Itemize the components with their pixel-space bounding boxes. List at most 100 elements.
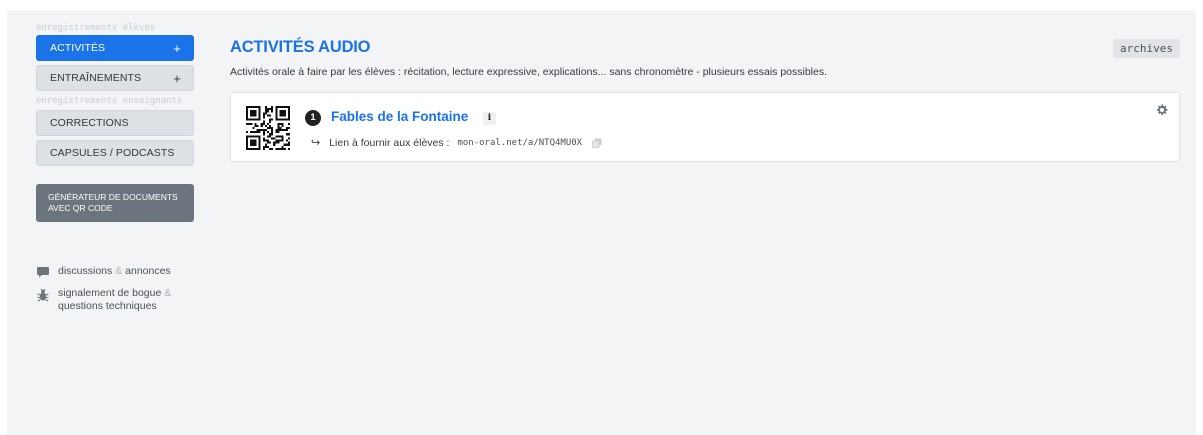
- qr-module: [256, 106, 259, 109]
- qr-module: [281, 112, 284, 115]
- qr-module: [246, 143, 249, 146]
- sidebar-item-entrainements[interactable]: ENTRAÎNEMENTS +: [36, 65, 194, 91]
- qr-module: [264, 129, 267, 132]
- qr-module: [258, 141, 261, 144]
- qr-module: [275, 135, 278, 138]
- qr-module: [254, 118, 257, 121]
- link-url[interactable]: mon-oral.net/a/NTQ4MU0X: [457, 138, 582, 148]
- qr-module: [264, 110, 267, 113]
- qr-module: [281, 145, 284, 148]
- qr-module: [256, 131, 259, 134]
- qr-module: [256, 124, 259, 127]
- plus-icon[interactable]: +: [173, 42, 181, 55]
- qr-module: [287, 122, 290, 125]
- qr-module: [246, 114, 249, 117]
- info-icon[interactable]: i: [483, 112, 496, 125]
- section-label-students: enregistrements élèves: [36, 23, 156, 33]
- qr-module: [246, 145, 249, 148]
- qr-module: [258, 147, 261, 150]
- qr-module: [262, 116, 265, 119]
- qr-module: [283, 147, 286, 150]
- qr-module: [252, 131, 255, 134]
- qr-module: [287, 112, 290, 115]
- qr-module: [258, 131, 261, 134]
- qr-module: [275, 110, 278, 113]
- sidebar-item-label: ENTRAÎNEMENTS: [50, 72, 142, 84]
- qr-module: [283, 143, 286, 146]
- qr-module: [275, 139, 278, 142]
- qr-module: [258, 116, 261, 119]
- gear-icon[interactable]: [1156, 104, 1168, 116]
- qr-code-icon[interactable]: [246, 106, 290, 150]
- qr-module: [285, 133, 288, 136]
- qr-module: [277, 139, 280, 142]
- qr-module: [246, 118, 249, 121]
- plus-icon[interactable]: +: [173, 72, 181, 85]
- qr-module: [287, 114, 290, 117]
- qr-module: [250, 112, 253, 115]
- qr-module: [246, 131, 249, 134]
- qr-module: [279, 118, 282, 121]
- bug-report-link[interactable]: signalement de bogue & questions techniq…: [36, 287, 194, 313]
- qr-module: [252, 112, 255, 115]
- main-content: ACTIVITÉS AUDIO archives Activités orale…: [230, 36, 1180, 162]
- qr-module: [254, 143, 257, 146]
- app-frame: enregistrements élèves ACTIVITÉS + ENTRA…: [7, 10, 1196, 435]
- qr-module: [266, 135, 270, 138]
- qr-module: [283, 106, 286, 109]
- discussions-link[interactable]: discussions & annonces: [36, 265, 194, 278]
- qr-module: [260, 129, 263, 132]
- qr-module: [258, 112, 261, 115]
- qr-module: [266, 139, 270, 142]
- qr-module: [279, 110, 282, 113]
- qr-module: [260, 122, 263, 125]
- sidebar-item-activites[interactable]: ACTIVITÉS +: [36, 35, 194, 61]
- qr-module: [275, 108, 278, 111]
- qr-module: [246, 135, 249, 138]
- qr-module: [254, 124, 257, 127]
- qr-module: [273, 137, 276, 140]
- doc-generator-label-line1: GÉNÉRATEUR DE DOCUMENTS: [48, 192, 178, 202]
- activity-number-badge: 1: [305, 110, 321, 126]
- qr-module: [246, 108, 249, 111]
- qr-module: [266, 108, 270, 111]
- qr-module: [262, 147, 265, 150]
- qr-module: [271, 108, 274, 111]
- copy-icon[interactable]: [592, 138, 602, 148]
- qr-module: [285, 139, 288, 142]
- qr-module: [283, 129, 286, 132]
- sidebar: enregistrements élèves ACTIVITÉS + ENTRA…: [36, 22, 194, 313]
- sidebar-item-corrections[interactable]: CORRECTIONS: [36, 110, 194, 136]
- qr-module: [287, 126, 290, 130]
- qr-module: [277, 131, 280, 134]
- link-label: Lien à fournir aux élèves :: [329, 136, 450, 149]
- qr-module: [266, 131, 270, 134]
- qr-module: [254, 122, 257, 125]
- annonces-label: annonces: [125, 265, 171, 277]
- qr-module: [250, 131, 253, 134]
- activity-title[interactable]: Fables de la Fontaine: [331, 109, 468, 124]
- sidebar-item-capsules[interactable]: CAPSULES / PODCASTS: [36, 140, 194, 166]
- qr-module: [279, 147, 282, 150]
- qr-module: [258, 129, 261, 132]
- qr-module: [281, 147, 284, 150]
- qr-module: [262, 114, 265, 117]
- qr-module: [250, 114, 253, 117]
- qr-module: [254, 110, 257, 113]
- qr-module: [262, 133, 265, 136]
- qr-module: [287, 116, 290, 119]
- qr-module: [250, 147, 253, 150]
- qr-module: [254, 131, 257, 134]
- qr-module: [260, 124, 263, 127]
- qr-module: [246, 122, 249, 125]
- archives-button[interactable]: archives: [1113, 39, 1180, 58]
- qr-module: [252, 135, 255, 138]
- doc-generator-button[interactable]: GÉNÉRATEUR DE DOCUMENTS AVEC QR CODE: [36, 184, 194, 222]
- qr-module: [258, 143, 261, 146]
- qr-module: [262, 131, 265, 134]
- qr-module: [266, 110, 270, 113]
- return-arrow-icon: ↪: [311, 137, 321, 149]
- qr-module: [256, 129, 259, 132]
- qr-module: [262, 129, 265, 132]
- qr-module: [264, 143, 267, 146]
